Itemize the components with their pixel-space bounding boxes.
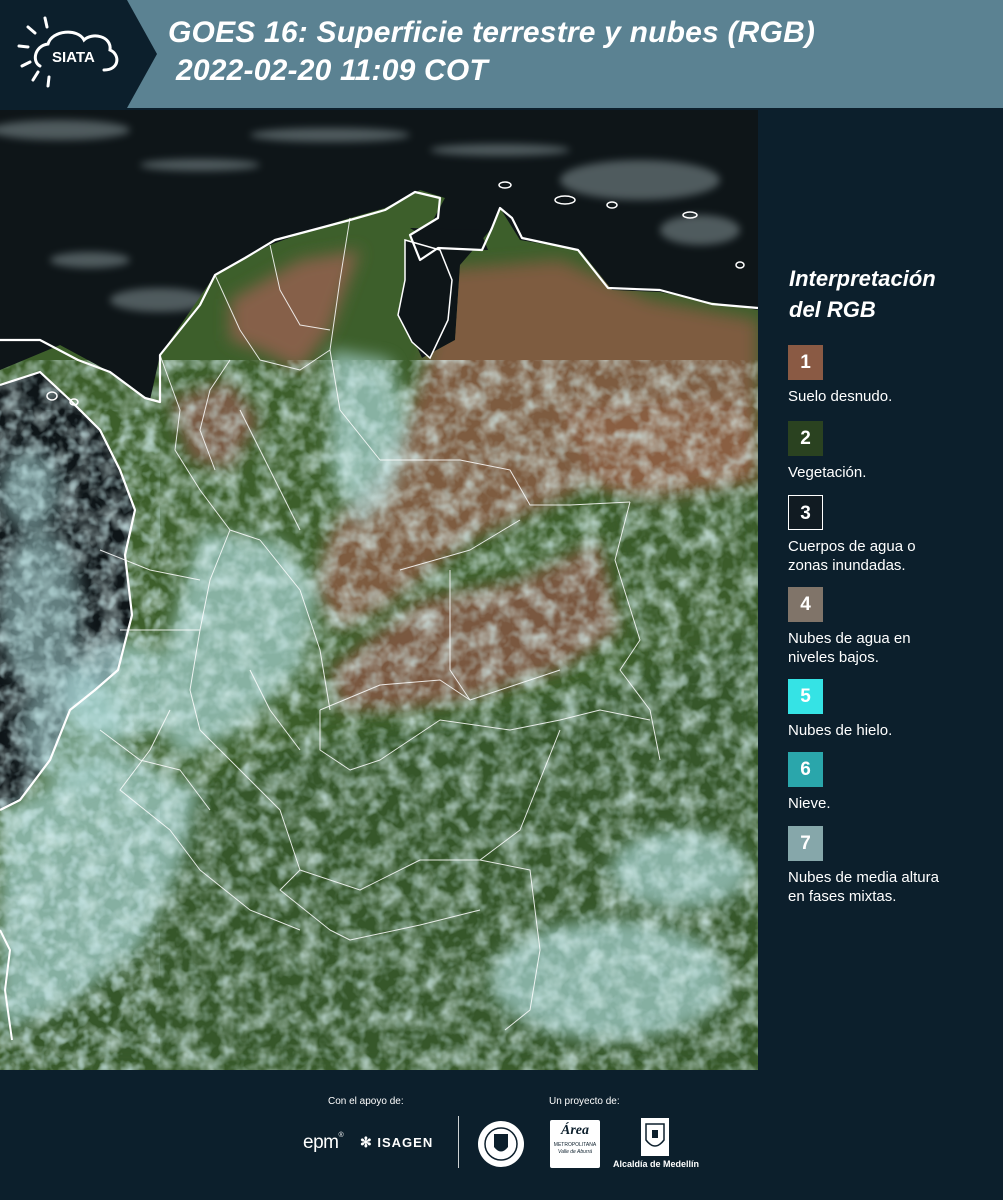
area-logo-title: Área [561,1123,589,1138]
legend-swatch-2: 2 [788,421,823,456]
isagen-star-icon: ✻ [360,1134,373,1150]
header-bar: SIATA GOES 16: Superficie terrestre y nu… [0,0,1003,108]
alcaldia-shield-icon [641,1118,669,1156]
legend-label-4: Nubes de agua en niveles bajos. [788,630,911,666]
legend-item-6: 6 Nieve. [788,752,998,813]
title-line-1: GOES 16: Superficie terrestre y nubes (R… [168,16,816,49]
area-metropolitana-logo: Área METROPOLITANA Valle de Aburrá [550,1120,600,1168]
alcaldia-logo-text: Alcaldía de Medellín [613,1159,700,1169]
legend-swatch-6: 6 [788,752,823,787]
satellite-map[interactable] [0,110,758,1070]
title-timestamp: 2022-02-20 11:09 COT [176,54,488,87]
satellite-image [0,110,758,1070]
footer-divider [458,1116,459,1168]
epm-logo: epm® [303,1132,344,1154]
legend-item-2: 2 Vegetación. [788,421,998,482]
legend-swatch-3: 3 [788,495,823,530]
project-label: Un proyecto de: [549,1096,620,1107]
legend-label-2: Vegetación. [788,464,867,481]
siata-logo-graphic: SIATA [0,0,157,108]
legend-item-4: 4 Nubes de agua en niveles bajos. [788,587,998,667]
footer: Con el apoyo de: Un proyecto de: epm® ✻ … [0,1070,1003,1200]
page-title: GOES 16: Superficie terrestre y nubes (R… [168,14,815,90]
legend-item-7: 7 Nubes de media altura en fases mixtas. [788,826,998,906]
legend-item-1: 1 Suelo desnudo. [788,345,998,406]
legend-label-5: Nubes de hielo. [788,722,893,739]
legend-item-5: 5 Nubes de hielo. [788,679,998,740]
legend-label-6: Nieve. [788,795,831,812]
area-logo-line-3: Valle de Aburrá [557,1149,593,1155]
registered-mark-icon: ® [338,1132,344,1139]
legend-swatch-4: 4 [788,587,823,622]
legend-item-3: 3 Cuerpos de agua o zonas inundadas. [788,495,998,575]
isagen-logo: ✻ ISAGEN [360,1134,433,1151]
area-logo-line-2: METROPOLITANA [553,1142,597,1148]
legend-label-7: Nubes de media altura en fases mixtas. [788,869,939,905]
siata-logo: SIATA [0,0,157,108]
svg-text:SIATA: SIATA [52,49,95,66]
legend-title-line-1: Interpretación [789,266,936,291]
isagen-logo-text: ISAGEN [377,1135,434,1150]
legend-panel: Interpretación del RGB 1 Suelo desnudo. … [758,110,1003,1070]
support-label: Con el apoyo de: [328,1096,404,1107]
legend-label-3: Cuerpos de agua o zonas inundadas. [788,538,916,574]
legend-title-line-2: del RGB [789,297,876,322]
legend-swatch-5: 5 [788,679,823,714]
legend-swatch-1: 1 [788,345,823,380]
epm-logo-text: epm [303,1132,339,1153]
medellin-seal-icon [478,1121,524,1167]
legend-swatch-7: 7 [788,826,823,861]
legend-label-1: Suelo desnudo. [788,388,893,405]
legend-title: Interpretación del RGB [789,263,989,325]
